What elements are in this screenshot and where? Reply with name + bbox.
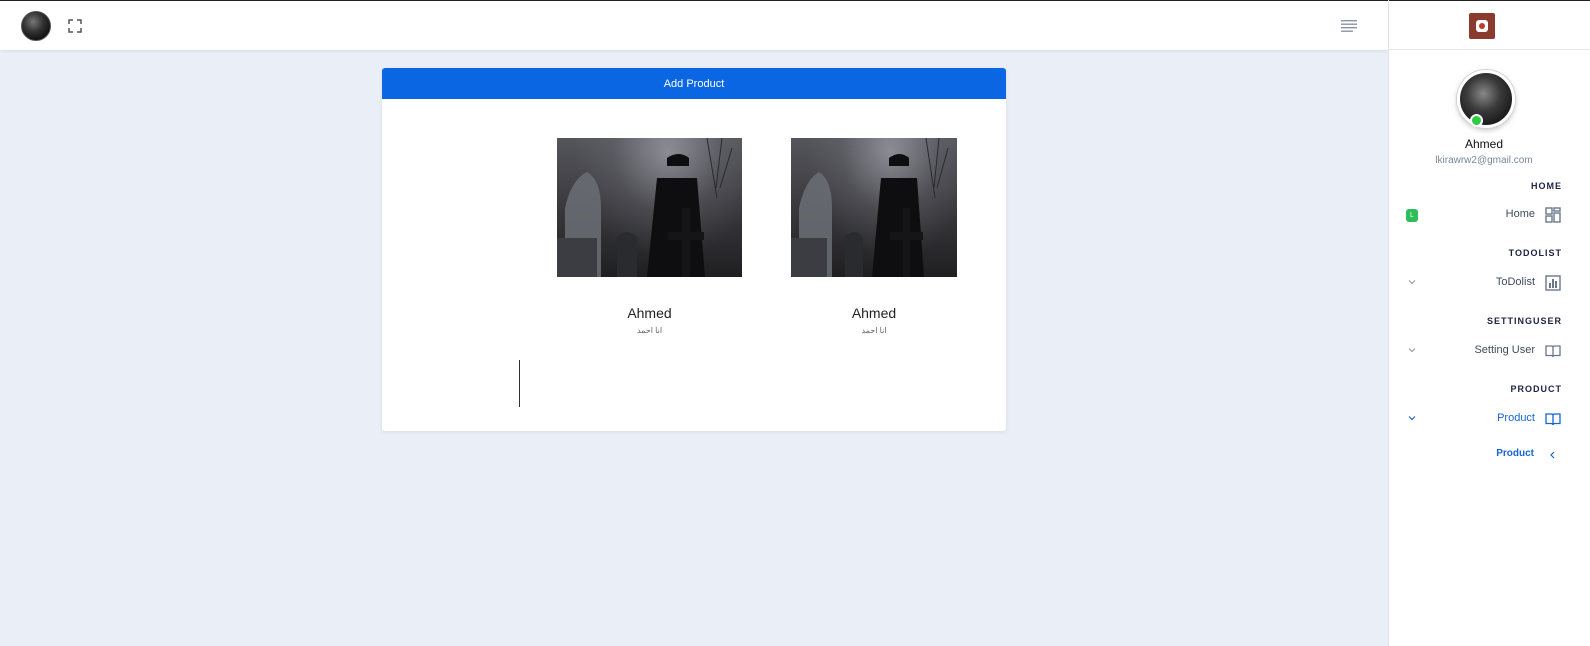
user-avatar[interactable] <box>21 11 51 41</box>
sidebar-item-label: ToDolist <box>1495 276 1535 288</box>
products-card: Add Product Ahmed انا احمد Ahmed انا احم… <box>382 68 1006 431</box>
hamburger-menu-icon[interactable] <box>1341 20 1357 32</box>
section-heading-home: HOME <box>1531 181 1562 191</box>
section-heading-product: PRODUCT <box>1510 384 1562 394</box>
text-cursor <box>519 360 520 407</box>
product-description: انا احمد <box>636 326 663 335</box>
chevron-left-icon <box>1550 451 1555 459</box>
sidebar-item-setting-user[interactable]: Setting User <box>1389 341 1590 361</box>
sidebar-item-product[interactable]: Product <box>1389 409 1590 429</box>
product-name: Ahmed <box>627 305 672 321</box>
chevron-down-icon <box>1408 348 1416 353</box>
chevron-down-icon <box>1408 280 1416 285</box>
product-name: Ahmed <box>851 305 897 321</box>
top-navbar <box>0 0 1388 50</box>
sidebar-header <box>1389 0 1590 50</box>
section-heading-settinguser: SETTINGUSER <box>1486 316 1562 326</box>
submenu-item-product[interactable]: Product <box>1496 448 1534 459</box>
profile-email: lkirawrw2@gmail.com <box>1435 155 1533 166</box>
product-description: انا احمد <box>861 326 887 335</box>
sidebar-item-label: Home <box>1505 208 1535 220</box>
sidebar-item-label: Product <box>1497 412 1535 424</box>
dashboard-grid-icon <box>1545 207 1561 223</box>
notification-badge: L <box>1406 209 1418 222</box>
bar-chart-icon <box>1545 275 1561 291</box>
chevron-down-icon <box>1408 416 1416 421</box>
book-icon <box>1545 413 1561 426</box>
profile-name: Ahmed <box>1464 137 1504 151</box>
app-logo[interactable] <box>1469 13 1495 39</box>
section-heading-todolist: TODOLIST <box>1508 248 1562 258</box>
book-icon <box>1545 345 1561 358</box>
add-product-button[interactable]: Add Product <box>382 68 1006 99</box>
sidebar-item-label: Setting User <box>1474 344 1535 356</box>
product-image <box>557 138 742 277</box>
product-image <box>791 138 957 277</box>
fullscreen-icon[interactable] <box>68 19 82 33</box>
online-status-indicator <box>1470 114 1483 127</box>
profile-avatar[interactable] <box>1457 70 1515 128</box>
sidebar-item-home[interactable]: L Home <box>1389 205 1590 225</box>
sidebar-item-todolist[interactable]: ToDolist <box>1389 273 1590 293</box>
right-sidebar: Ahmed lkirawrw2@gmail.com HOME L Home TO… <box>1388 0 1590 646</box>
